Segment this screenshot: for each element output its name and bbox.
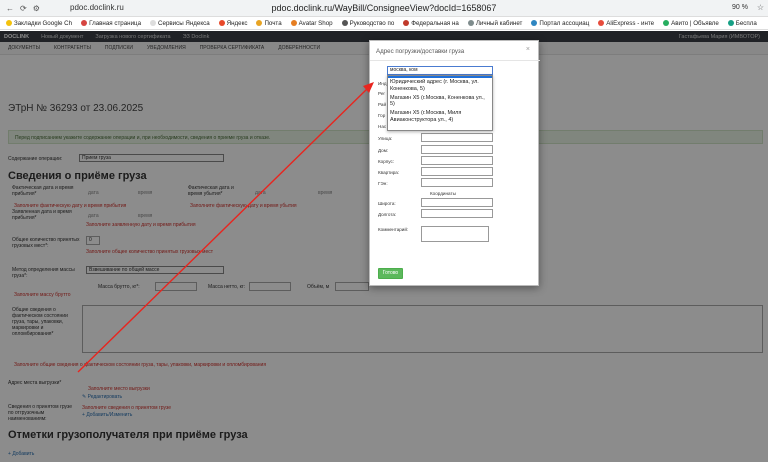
zoom-level[interactable]: 90 % — [732, 4, 748, 11]
longitude-label: Долгота: — [378, 212, 397, 217]
bookmark-label: Главная страница — [89, 19, 142, 27]
apartment-input[interactable] — [421, 167, 493, 176]
done-button[interactable]: Готово — [378, 268, 403, 279]
bookmark-label: Яндекс — [226, 19, 248, 27]
bookmark-favicon-icon — [218, 20, 225, 26]
browser-address-bar: ← ⟳ ⚙ pdoc.doclink.ru pdoc.doclink.ru/Wa… — [0, 0, 768, 17]
bookmark-favicon-icon — [256, 20, 263, 26]
house-label: Дом: — [378, 148, 389, 153]
bookmark-item[interactable]: Федеральная на — [403, 20, 459, 27]
bookmark-item[interactable]: AliExpress - инте — [598, 20, 654, 27]
bookmark-favicon-icon — [467, 20, 474, 26]
bookmark-label: Avatar Shop — [298, 19, 333, 27]
bookmark-label: Беспла — [735, 19, 757, 27]
bookmark-favicon-icon — [6, 20, 12, 26]
bookmark-label: Портал ассоциац — [539, 19, 590, 27]
region-label: Рег — [378, 91, 386, 96]
settlement-label: Нас — [378, 124, 387, 129]
building-label: Корпус: — [378, 159, 395, 164]
latitude-input[interactable] — [421, 198, 493, 207]
bookmark-favicon-icon — [341, 20, 348, 26]
bookmark-label: Закладки Google Ch — [14, 19, 73, 27]
suggestion-store-mil[interactable]: Магазин Х5 (г.Москва, Миля Авиаконструкт… — [388, 109, 492, 125]
building-input[interactable] — [421, 156, 493, 165]
house-input[interactable] — [421, 145, 493, 154]
bookmark-item[interactable]: Портал ассоциац — [531, 20, 589, 27]
address-modal: Адрес погрузки/доставки груза × Инд Рег … — [369, 40, 540, 286]
bookmark-favicon-icon — [663, 20, 670, 26]
gln-input[interactable] — [421, 178, 493, 187]
bookmark-item[interactable]: Сервисы Яндекса — [150, 20, 210, 27]
bookmark-favicon-icon — [598, 20, 605, 26]
bookmark-favicon-icon — [150, 20, 157, 26]
bookmark-favicon-icon — [727, 20, 734, 26]
suggestion-legal-address[interactable]: Юридический адрес (г. Москва, ул. Коненк… — [388, 78, 492, 94]
longitude-input[interactable] — [421, 209, 493, 218]
street-label: Улица: — [378, 136, 393, 141]
bookmark-item[interactable]: Личный кабинет — [467, 19, 523, 27]
street-input[interactable] — [421, 133, 493, 142]
bookmark-star-icon[interactable]: ☆ — [757, 3, 764, 12]
bookmarks-bar: Закладки Google Ch Главная страница Сервис… — [0, 17, 768, 30]
index-label: Инд — [378, 81, 387, 86]
bookmark-item[interactable]: Закладки Google Ch — [6, 20, 72, 27]
modal-title: Адрес погрузки/доставки груза — [376, 48, 465, 55]
latitude-label: Широта: — [378, 201, 396, 206]
bookmark-label: Авито | Объявле — [671, 19, 719, 27]
bookmark-label: AliExpress - инте — [606, 19, 655, 27]
address-suggestions: Юридический адрес (г. Москва, ул. Коненк… — [387, 75, 493, 131]
bookmark-item[interactable]: Главная страница — [81, 20, 141, 27]
city-label: Гор — [378, 113, 386, 118]
comment-textarea[interactable] — [421, 226, 489, 242]
bookmark-item[interactable]: Авито | Объявле — [663, 20, 719, 27]
bookmark-favicon-icon — [290, 20, 297, 26]
bookmark-label: Личный кабинет — [475, 19, 523, 27]
bookmark-favicon-icon — [81, 20, 88, 26]
bookmark-favicon-icon — [403, 20, 410, 26]
coordinates-heading: Координаты — [430, 191, 456, 196]
bookmark-item[interactable]: Почта — [256, 19, 282, 27]
bookmark-label: Руководство по — [349, 19, 395, 27]
apartment-label: Квартира: — [378, 170, 400, 175]
bookmark-item[interactable]: Беспла — [727, 19, 757, 27]
bookmark-item[interactable]: Яндекс — [218, 19, 248, 27]
url-field[interactable]: pdoc.doclink.ru/WayBill/ConsigneeView?do… — [0, 3, 768, 13]
bookmark-item[interactable]: Руководство по — [341, 19, 395, 27]
bookmark-label: Сервисы Яндекса — [158, 19, 210, 27]
gln-label: ГЭн: — [378, 181, 388, 186]
bookmark-label: Федеральная на — [411, 19, 459, 27]
district-label: Рай — [378, 102, 387, 107]
bookmark-item[interactable]: Avatar Shop — [290, 19, 333, 27]
modal-divider — [370, 60, 540, 61]
address-search-input[interactable]: москва, ком — [387, 66, 493, 75]
comment-label: Комментарий: — [378, 227, 409, 232]
close-icon[interactable]: × — [526, 46, 530, 53]
suggestion-store-konenkova[interactable]: Магазин Х5 (г.Москва, Коненкова ул., 5) — [388, 94, 492, 110]
bookmark-label: Почта — [264, 19, 282, 27]
bookmark-favicon-icon — [531, 20, 538, 26]
